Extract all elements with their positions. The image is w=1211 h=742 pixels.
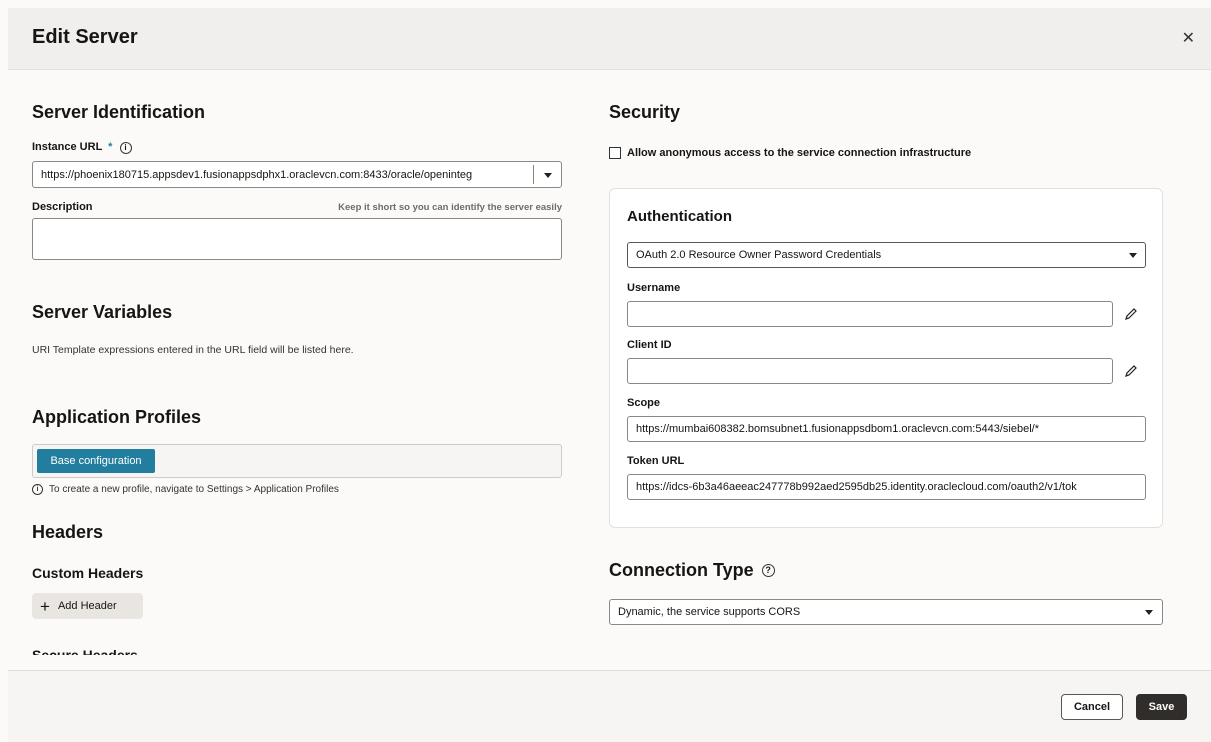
instance-url-input[interactable]: https://phoenix180715.appsdev1.fusionapp… [32, 161, 562, 188]
headers-heading: Headers [32, 522, 104, 542]
server-identification-heading: Server Identification [32, 102, 206, 122]
edit-pencil-icon[interactable] [1124, 364, 1138, 378]
dialog-body: Server Identification Instance URL * i h… [8, 70, 1211, 655]
chevron-down-icon[interactable] [1145, 610, 1153, 615]
token-url-label: Token URL [627, 455, 685, 467]
server-variables-text: URI Template expressions entered in the … [32, 344, 354, 356]
anonymous-access-row[interactable]: Allow anonymous access to the service co… [609, 147, 971, 159]
info-icon[interactable]: i [119, 142, 132, 154]
profiles-info-text: To create a new profile, navigate to Set… [49, 484, 339, 495]
secure-headers-heading: Secure Headers [32, 647, 138, 655]
info-icon: i [32, 484, 43, 495]
client-id-field[interactable] [627, 358, 1113, 384]
anonymous-access-checkbox[interactable] [609, 147, 621, 159]
client-id-label: Client ID [627, 339, 672, 351]
help-icon[interactable]: ? [761, 564, 775, 577]
username-label: Username [627, 282, 681, 294]
security-heading: Security [609, 102, 681, 122]
dialog-title: Edit Server [32, 26, 138, 48]
application-profiles-heading: Application Profiles [32, 407, 202, 427]
server-variables-heading: Server Variables [32, 302, 173, 322]
anonymous-access-label: Allow anonymous access to the service co… [627, 147, 972, 159]
authentication-heading: Authentication [627, 208, 732, 225]
connection-type-select[interactable]: Dynamic, the service supports CORS [609, 599, 1163, 625]
close-icon[interactable]: ✕ [1182, 28, 1195, 48]
edit-pencil-icon[interactable] [1124, 307, 1138, 321]
base-configuration-chip[interactable]: Base configuration [37, 449, 155, 473]
connection-type-heading: Connection Type ? [609, 560, 775, 581]
description-hint: Keep it short so you can identify the se… [338, 202, 562, 213]
chevron-down-icon[interactable] [1129, 253, 1137, 258]
username-field[interactable] [627, 301, 1113, 327]
description-label: Description [32, 201, 93, 213]
cancel-button[interactable]: Cancel [1061, 694, 1123, 720]
authentication-card: Authentication OAuth 2.0 Resource Owner … [609, 188, 1163, 528]
scope-label: Scope [627, 397, 661, 409]
profiles-info: i To create a new profile, navigate to S… [32, 484, 339, 495]
add-header-button[interactable]: + Add Header [32, 593, 143, 619]
dropdown-divider [533, 165, 534, 184]
description-field[interactable] [32, 218, 562, 260]
custom-headers-heading: Custom Headers [32, 565, 144, 581]
edit-server-dialog: Edit Server ✕ Server Identification Inst… [8, 8, 1211, 742]
instance-url-label: Instance URL * i [32, 141, 132, 154]
required-mark: * [108, 141, 113, 153]
authentication-type-select[interactable]: OAuth 2.0 Resource Owner Password Creden… [627, 242, 1146, 268]
dialog-header: Edit Server ✕ [8, 8, 1211, 70]
instance-url-value: https://phoenix180715.appsdev1.fusionapp… [41, 168, 473, 181]
chevron-down-icon[interactable] [544, 173, 552, 178]
token-url-field[interactable]: https://idcs-6b3a46aeeac247778b992aed259… [627, 474, 1146, 500]
dialog-footer: Cancel Save [8, 670, 1211, 742]
profiles-container: Base configuration [32, 444, 562, 478]
scope-field[interactable]: https://mumbai608382.bomsubnet1.fusionap… [627, 416, 1146, 442]
plus-icon: + [40, 596, 50, 616]
save-button[interactable]: Save [1136, 694, 1187, 720]
